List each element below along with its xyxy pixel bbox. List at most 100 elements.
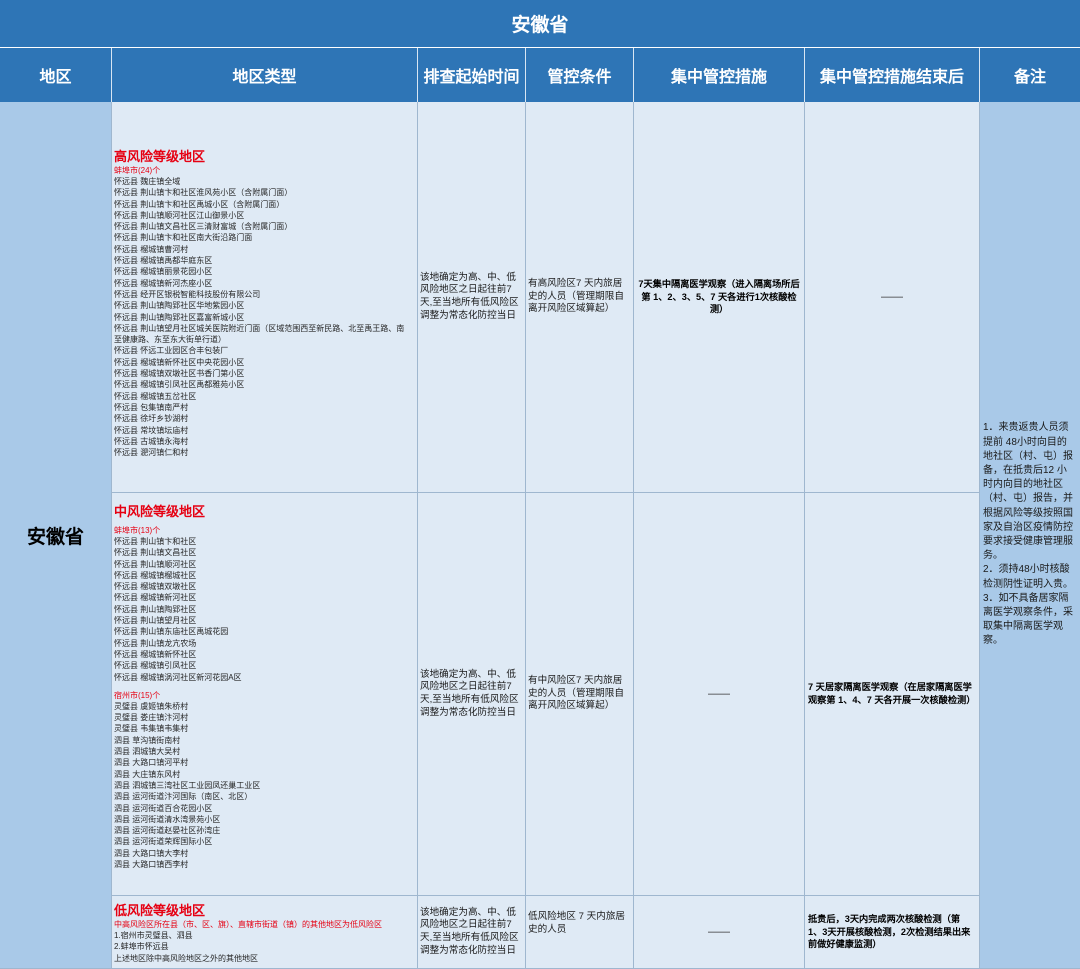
area-item: 泗县 大路口镇河平村 (114, 758, 189, 768)
notes-cell: 1．来贵返贵人员须提前 48小时向目的地社区（村、屯）报备，在抵贵后12 小时内… (980, 102, 1080, 969)
area-item: 泗县 泗城镇三湾社区工业园凤还巢工业区 (114, 780, 261, 790)
area-item: 怀远县 荆山镇望月社区 (114, 616, 197, 626)
area-item: 灵璧县 韦集镇韦集村 (114, 724, 189, 734)
mid-condition-cell: 有中风险区7 天内旅居史的人员（管理期限自离开风险区域算起） (526, 493, 634, 896)
area-item: 1.宿州市灵璧县、泗县 (114, 931, 193, 940)
header-measure: 集中管控措施 (634, 48, 805, 102)
high-after: —— (881, 291, 903, 303)
area-item: 怀远县 淝河镇仁和村 (114, 448, 189, 458)
area-item: 灵璧县 虞姬镇朱桥村 (114, 701, 189, 711)
low-measure: —— (708, 926, 730, 938)
area-item: 上述地区除中高风险地区之外的其他地区 (114, 953, 258, 963)
low-risk-level-label: 低风险等级地区 (114, 903, 206, 918)
area-item: 怀远县 荆山镇陶郢社区华地紫园小区 (114, 301, 245, 311)
area-item: 怀远县 荆山镇龙亢农场 (114, 638, 197, 648)
area-item: 怀远县 荆山镇陶郢社区 (114, 604, 197, 614)
area-item: 怀远县 榴城镇双墩社区 (114, 582, 197, 592)
area-item: 泗县 大路口镇西李村 (114, 860, 189, 870)
mid-condition: 有中风险区7 天内旅居史的人员（管理期限自离开风险区域算起） (528, 675, 624, 712)
low-risk-list: 1.宿州市灵璧县、泗县 2.蚌埠市怀远县 上述地区除中高风险地区之外的其他地区 (114, 930, 417, 964)
area-item: 怀远县 荆山镇卞和社区南大街沿路门面 (114, 233, 253, 243)
note-3: 3．如不具备居家隔离医学观察条件，采取集中隔离医学观察。 (983, 592, 1073, 647)
low-risk-description: 中高风险区所在县（市、区、旗）、直辖市街道（镇）的其他地区为低风险区 (114, 920, 382, 929)
area-item: 怀远县 榴城镇新怀社区 (114, 649, 197, 659)
area-item: 怀远县 荆山镇东庙社区禹城花园 (114, 627, 229, 637)
mid-measure-cell: —— (634, 493, 805, 896)
mid-after: 7 天居家隔离医学观察（在居家隔离医学观察第 1、4、7 天各开展一次核酸检测） (808, 682, 976, 705)
low-condition-cell: 低风险地区 7 天内旅居史的人员 (526, 896, 634, 969)
note-1: 1．来贵返贵人员须提前 48小时向目的地社区（村、屯）报备，在抵贵后12 小时内… (983, 422, 1073, 562)
area-item: 怀远县 榴城镇五岔社区 (114, 391, 197, 401)
header-region-type: 地区类型 (112, 48, 418, 102)
area-item: 泗县 运河街道荣辉国际小区 (114, 837, 213, 847)
high-risk-city: 蚌埠市(24)个 (114, 166, 161, 175)
area-item: 泗县 运河街道汴河国际（南区、北区） (114, 792, 253, 802)
area-item: 灵璧县 娄庄镇汴河村 (114, 713, 189, 723)
mid-start-time-cell: 该地确定为高、中、低风险地区之日起往前7天,至当地所有低风险区调整为常态化防控当… (418, 493, 526, 896)
high-risk-areas: 高风险等级地区 蚌埠市(24)个 怀远县 魏庄镇全域怀远县 荆山镇卞和社区淮风苑… (112, 102, 418, 493)
area-item: 怀远县 荆山镇文昌社区三清财富城（含附属门面） (114, 222, 293, 232)
mid-risk-city-2: 宿州市(15)个 (114, 690, 161, 700)
mid-measure: —— (708, 688, 730, 700)
area-item: 怀远县 荆山镇卞和社区 (114, 537, 197, 546)
high-measure: 7天集中隔离医学观察（进入隔离场所后第 1、2、3、5、7 天各进行1次核酸检测… (638, 278, 800, 315)
area-item: 怀远县 荆山镇陶郢社区嘉富新城小区 (114, 312, 245, 322)
mid-after-cell: 7 天居家隔离医学观察（在居家隔离医学观察第 1、4、7 天各开展一次核酸检测） (805, 493, 980, 896)
area-item: 泗县 草沟镇街南村 (114, 735, 181, 745)
area-item: 怀远县 包集镇南严村 (114, 402, 189, 412)
area-item: 怀远县 荆山镇文昌社区 (114, 548, 197, 558)
area-item: 怀远县 荆山镇顺河社区江山御景小区 (114, 210, 245, 220)
area-item: 怀远县 榴城镇榴城社区 (114, 570, 197, 580)
area-item: 怀远县 魏庄镇全域 (114, 177, 181, 186)
area-item: 怀远县 榴城镇双墩社区书香门第小区 (114, 369, 245, 379)
area-item: 泗县 泗城镇大吴村 (114, 747, 181, 757)
low-after: 抵贵后，3天内完成两次核酸检测（第 1、3天开展核酸检测，2次检测结果出来前做好… (808, 913, 971, 950)
header-region: 地区 (0, 48, 112, 102)
low-start-time: 该地确定为高、中、低风险地区之日起往前7天,至当地所有低风险区调整为常态化防控当… (420, 906, 519, 956)
area-item: 泗县 运河街道赵晏社区孙湾庄 (114, 826, 221, 836)
area-item: 怀远县 榴城镇引凤社区 (114, 661, 197, 671)
high-condition: 有高风险区7 天内旅居史的人员（管理期限自离开风险区域算起） (528, 278, 624, 315)
high-measure-cell: 7天集中隔离医学观察（进入隔离场所后第 1、2、3、5、7 天各进行1次核酸检测… (634, 102, 805, 493)
mid-risk-city-1: 蚌埠市(13)个 (114, 526, 161, 535)
area-item: 怀远县 荆山镇卞和社区禹城小区（含附属门面） (114, 199, 285, 209)
area-item: 怀远县 榴城镇引凤社区禹都雅苑小区 (114, 380, 245, 390)
high-risk-list: 怀远县 魏庄镇全域 怀远县 荆山镇卞和社区淮风苑小区（含附属门面） 怀远县 荆山镇卞… (114, 176, 417, 458)
area-item: 怀远县 徐圩乡钞湖村 (114, 414, 189, 424)
note-2: 2．须持48小时核酸检测阴性证明入贵。 (983, 564, 1073, 590)
area-item: 怀远县 榴城镇禹都华庭东区 (114, 256, 213, 266)
mid-start-time: 该地确定为高、中、低风险地区之日起往前7天,至当地所有低风险区调整为常态化防控当… (420, 668, 519, 718)
table-title: 安徽省 (0, 0, 1080, 48)
area-item: 怀远县 荆山镇顺河社区 (114, 559, 197, 569)
high-start-time: 该地确定为高、中、低风险地区之日起往前7天,至当地所有低风险区调整为常态化防控当… (420, 271, 519, 321)
area-item: 怀远县 榴城镇新河社区 (114, 593, 197, 603)
mid-risk-areas: 中风险等级地区 蚌埠市(13)个 怀远县 荆山镇卞和社区 怀远县 荆山镇文昌社区怀… (112, 493, 418, 896)
policy-table: 安徽省 地区 地区类型 排查起始时间 管控条件 集中管控措施 集中管控措施结束后… (0, 0, 1080, 969)
header-condition: 管控条件 (526, 48, 634, 102)
low-start-time-cell: 该地确定为高、中、低风险地区之日起往前7天,至当地所有低风险区调整为常态化防控当… (418, 896, 526, 969)
area-item: 怀远县 荆山镇卞和社区淮风苑小区（含附属门面） (114, 188, 293, 198)
low-measure-cell: —— (634, 896, 805, 969)
area-item: 泗县 运河街道百合花园小区 (114, 803, 213, 813)
area-item: 怀远县 榴城镇丽景花园小区 (114, 267, 213, 277)
high-condition-cell: 有高风险区7 天内旅居史的人员（管理期限自离开风险区域算起） (526, 102, 634, 493)
low-condition: 低风险地区 7 天内旅居史的人员 (528, 911, 626, 935)
low-after-cell: 抵贵后，3天内完成两次核酸检测（第 1、3天开展核酸检测，2次检测结果出来前做好… (805, 896, 980, 969)
high-start-time-cell: 该地确定为高、中、低风险地区之日起往前7天,至当地所有低风险区调整为常态化防控当… (418, 102, 526, 493)
header-notes: 备注 (980, 48, 1080, 102)
area-item: 怀远县 榴城镇新河杰座小区 (114, 278, 213, 288)
low-risk-areas: 低风险等级地区 中高风险区所在县（市、区、旗）、直辖市街道（镇）的其他地区为低风… (112, 896, 418, 969)
high-after-cell: —— (805, 102, 980, 493)
area-item: 泗县 运河街道清水湾景苑小区 (114, 814, 221, 824)
mid-risk-level-label: 中风险等级地区 (114, 504, 206, 519)
area-item: 泗县 大庄镇东风村 (114, 769, 181, 779)
area-item: 2.蚌埠市怀远县 (114, 942, 169, 952)
mid-risk-list-1: 怀远县 荆山镇卞和社区 怀远县 荆山镇文昌社区 怀远县 荆山镇顺河社区 怀远县 榴城镇… (114, 536, 417, 683)
high-risk-level-label: 高风险等级地区 (114, 149, 206, 164)
area-item: 怀远县 荆山镇望月社区城关医院附近门面（区域范围西至新民路、北至禹王路、南至健康… (114, 323, 405, 345)
header-start-time: 排查起始时间 (418, 48, 526, 102)
area-item: 怀远县 经开区银税智能科技股份有限公司 (114, 289, 261, 299)
area-item: 怀远县 古城镇永海村 (114, 436, 189, 446)
area-item: 怀远县 榴城镇涡河社区新河花园A区 (114, 672, 242, 682)
region-cell: 安徽省 (0, 102, 112, 969)
